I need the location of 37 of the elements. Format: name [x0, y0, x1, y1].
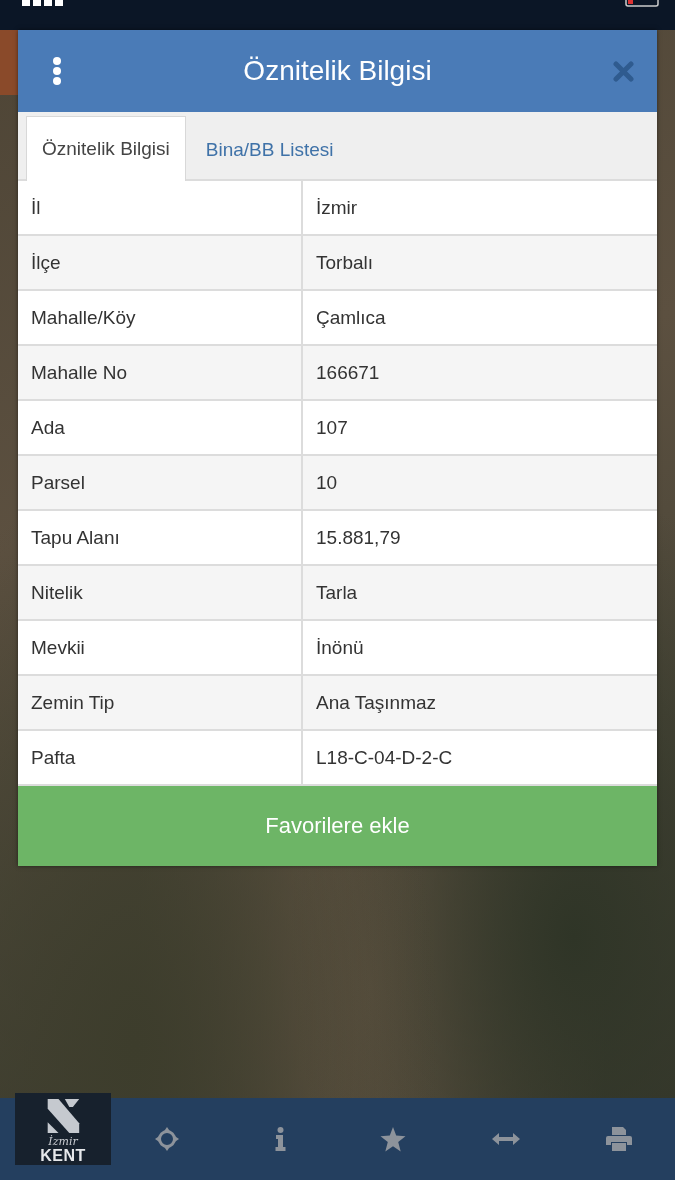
dialog-title: Öznitelik Bilgisi: [243, 55, 432, 87]
tab[interactable]: Bina/BB Listesi: [185, 118, 354, 181]
attribute-label: Pafta: [18, 731, 303, 786]
attribute-label: Nitelik: [18, 566, 303, 621]
attribute-label: Tapu Alanı: [18, 511, 303, 566]
attribute-value: Tarla: [303, 566, 657, 621]
attribute-value: 166671: [303, 346, 657, 401]
printer-icon[interactable]: [605, 1127, 632, 1151]
add-to-favorites-button[interactable]: Favorilere ekle: [18, 786, 657, 866]
attribute-label: Parsel: [18, 456, 303, 511]
double-arrow-icon[interactable]: [491, 1133, 520, 1145]
attribute-value: İzmir: [303, 181, 657, 236]
attribute-value: Çamlıca: [303, 291, 657, 346]
crosshair-icon[interactable]: [155, 1127, 180, 1151]
signal-icon: [22, 0, 64, 6]
logo-mark-icon: [45, 1098, 81, 1134]
attribute-label: İl: [18, 181, 303, 236]
attribute-value: 15.881,79: [303, 511, 657, 566]
attribute-label: İlçe: [18, 236, 303, 291]
attribute-value: Ana Taşınmaz: [303, 676, 657, 731]
attribute-value: İnönü: [303, 621, 657, 676]
attribute-label: Mahalle No: [18, 346, 303, 401]
attribute-label: Ada: [18, 401, 303, 456]
attribute-value: 10: [303, 456, 657, 511]
battery-icon: [625, 0, 661, 7]
kebab-menu-icon[interactable]: [52, 57, 62, 85]
attribute-label: Mevkii: [18, 621, 303, 676]
tab[interactable]: Öznitelik Bilgisi: [26, 116, 186, 181]
attribute-label: Mahalle/Köy: [18, 291, 303, 346]
logo-wordmark: KENT: [40, 1148, 86, 1164]
attribute-value: Torbalı: [303, 236, 657, 291]
attribute-value: L18-C-04-D-2-C: [303, 731, 657, 786]
attribute-value: 107: [303, 401, 657, 456]
attribute-label: Zemin Tip: [18, 676, 303, 731]
star-icon[interactable]: [380, 1126, 406, 1152]
logo-script-text: İzmir: [48, 1136, 78, 1148]
info-icon[interactable]: [274, 1127, 286, 1151]
